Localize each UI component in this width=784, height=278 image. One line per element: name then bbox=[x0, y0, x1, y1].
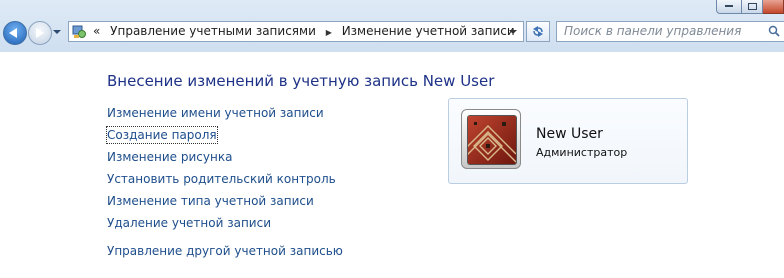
search-input[interactable]: Поиск в панели управления bbox=[556, 21, 784, 42]
search-placeholder: Поиск в панели управления bbox=[564, 24, 742, 38]
minimize-icon bbox=[725, 5, 733, 7]
forward-button[interactable] bbox=[28, 21, 52, 45]
window-controls bbox=[716, 0, 784, 14]
task-manage-another-account-link[interactable]: Управление другой учетной записью bbox=[107, 243, 343, 259]
maximize-icon bbox=[747, 3, 757, 10]
recent-pages-dropdown[interactable] bbox=[53, 30, 61, 34]
close-button[interactable] bbox=[763, 0, 784, 14]
user-role: Администратор bbox=[536, 146, 628, 159]
user-account-card: New User Администратор bbox=[448, 98, 688, 184]
maximize-button[interactable] bbox=[742, 0, 763, 14]
breadcrumb: « Управление учетными записями ▶ Изменен… bbox=[93, 22, 521, 41]
avatar bbox=[461, 109, 521, 169]
refresh-button[interactable] bbox=[526, 21, 550, 42]
address-bar[interactable]: « Управление учетными записями ▶ Изменен… bbox=[68, 21, 524, 42]
page-title: Внесение изменений в учетную запись New … bbox=[107, 72, 495, 90]
explorer-toolbar: « Управление учетными записями ▶ Изменен… bbox=[0, 0, 784, 52]
forward-arrow-icon bbox=[36, 28, 44, 38]
task-change-name-link[interactable]: Изменение имени учетной записи bbox=[107, 105, 324, 121]
user-name: New User bbox=[536, 126, 603, 142]
breadcrumb-item-user-accounts[interactable]: Управление учетными записями bbox=[110, 24, 316, 38]
address-dropdown-icon[interactable] bbox=[509, 30, 517, 34]
back-arrow-icon bbox=[9, 28, 17, 38]
breadcrumb-item-change-account[interactable]: Изменение учетной записи bbox=[342, 24, 515, 38]
task-delete-account-link[interactable]: Удаление учетной записи bbox=[107, 215, 271, 231]
task-parental-controls-link[interactable]: Установить родительский контроль bbox=[107, 171, 336, 187]
task-change-account-type-link[interactable]: Изменение типа учетной записи bbox=[107, 193, 314, 209]
minimize-button[interactable] bbox=[716, 0, 742, 14]
task-create-password-link[interactable]: Создание пароля bbox=[106, 126, 218, 144]
refresh-icon bbox=[533, 26, 543, 37]
user-picture-icon bbox=[468, 116, 516, 164]
breadcrumb-overflow[interactable]: « bbox=[93, 24, 100, 38]
control-panel-icon bbox=[72, 25, 86, 38]
chevron-right-icon[interactable]: ▶ bbox=[326, 28, 332, 37]
task-change-picture-link[interactable]: Изменение рисунка bbox=[107, 149, 232, 165]
back-button[interactable] bbox=[3, 21, 27, 45]
search-icon[interactable] bbox=[768, 25, 780, 37]
